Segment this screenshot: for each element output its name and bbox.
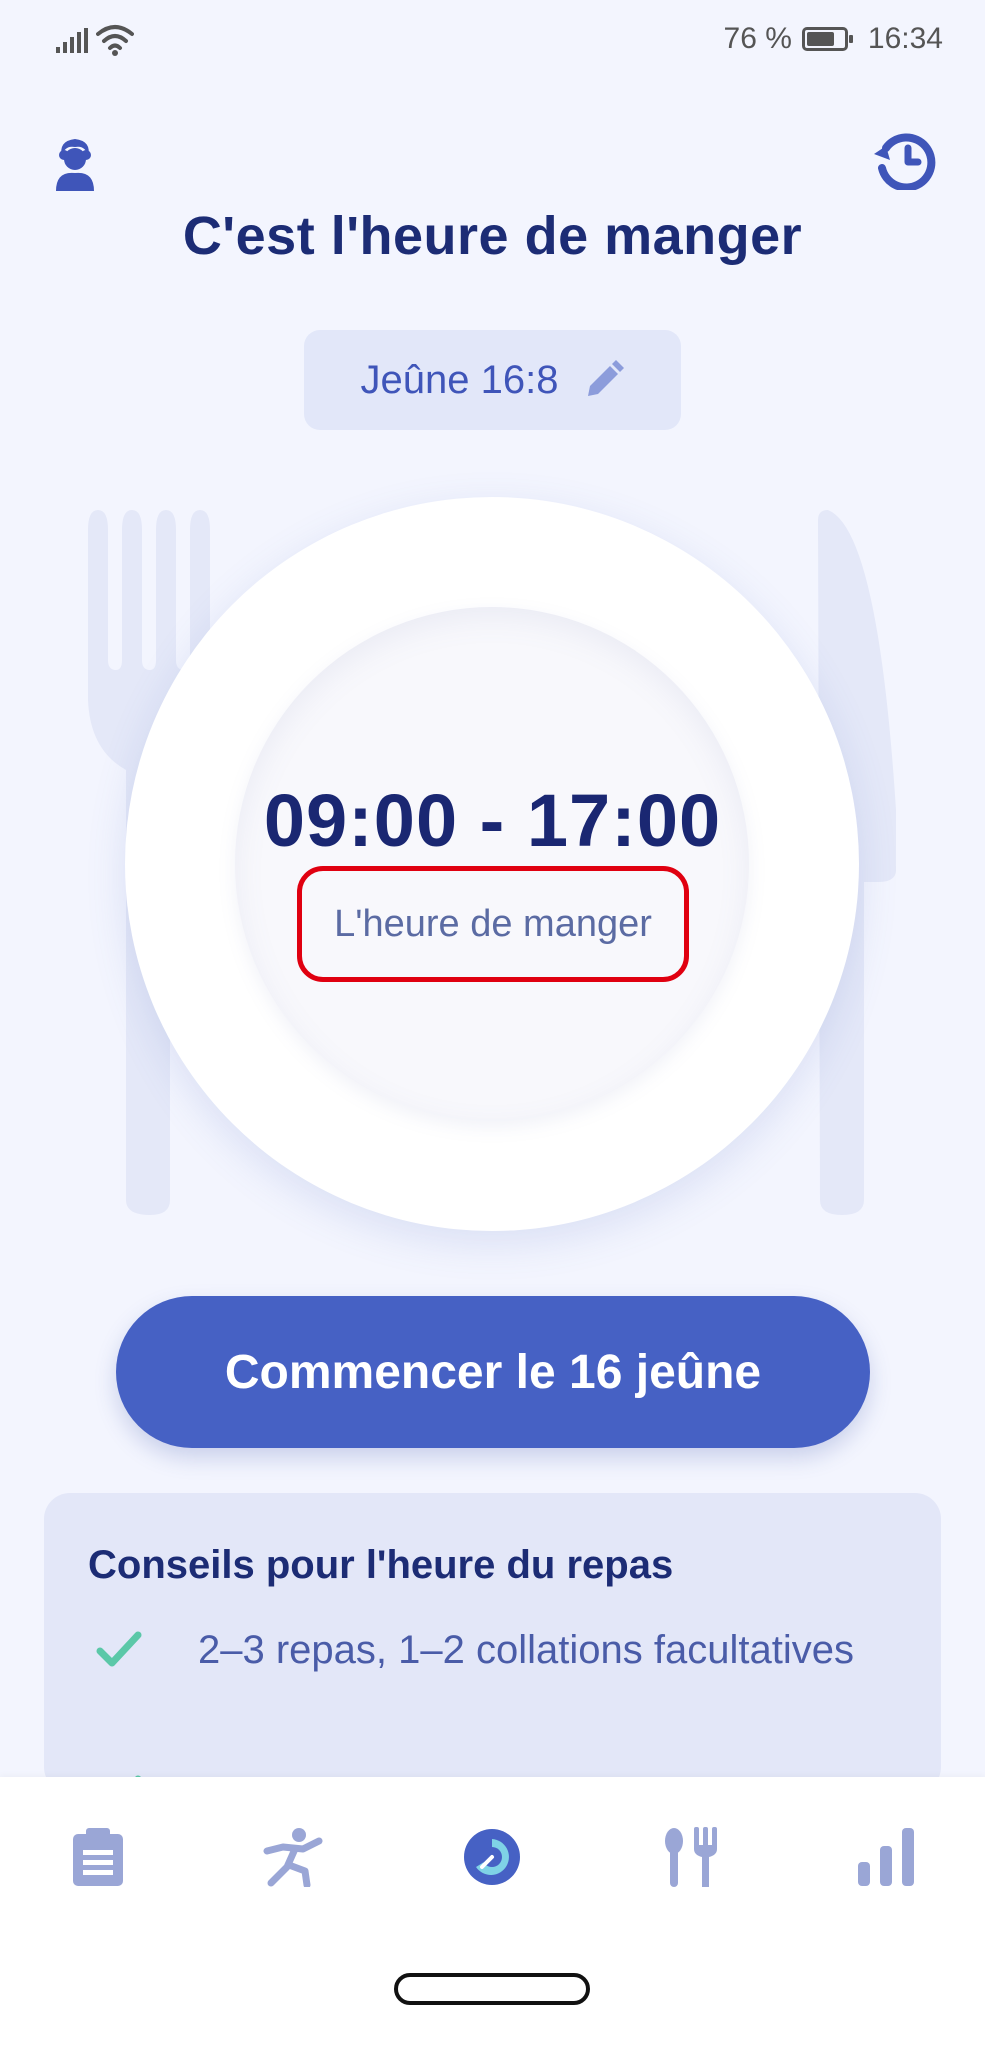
- battery-percent: 76 %: [723, 22, 792, 55]
- bottom-navigation: [0, 1777, 985, 2048]
- status-right: 76 % 16:34: [724, 22, 943, 56]
- eating-phase-label: L'heure de manger: [297, 866, 689, 982]
- signal-icon: [56, 28, 88, 53]
- start-fast-button[interactable]: Commencer le 16 jeûne: [116, 1296, 870, 1448]
- page-title: C'est l'heure de manger: [182, 206, 803, 266]
- fasting-plan-label: Jeûne 16:8: [360, 357, 559, 402]
- clipboard-icon: [73, 1828, 123, 1886]
- meal-tips-card: Conseils pour l'heure du repas 2–3 repas…: [44, 1493, 941, 1793]
- tip-text: 2–3 repas, 1–2 collations facultatives: [198, 1628, 854, 1672]
- fork-knife-icon: [665, 1827, 717, 1887]
- eating-window-time: 09:00 - 17:00: [263, 779, 722, 862]
- nav-stats[interactable]: [852, 1822, 922, 1892]
- home-indicator[interactable]: [394, 1973, 590, 2005]
- fasting-plan-chip[interactable]: Jeûne 16:8: [304, 330, 681, 430]
- profile-icon[interactable]: [52, 135, 98, 193]
- running-icon: [263, 1828, 323, 1887]
- nav-fasting[interactable]: [457, 1822, 527, 1892]
- fasting-timer-icon: [464, 1829, 520, 1885]
- battery-icon: [801, 27, 853, 51]
- pencil-icon: [588, 360, 625, 396]
- nav-meals[interactable]: [655, 1822, 725, 1892]
- plate-center: [235, 607, 749, 1121]
- nav-plan[interactable]: [63, 1822, 133, 1892]
- wifi-icon: [96, 25, 134, 56]
- tips-title: Conseils pour l'heure du repas: [88, 1543, 674, 1587]
- history-icon[interactable]: [872, 130, 936, 190]
- tip-item: 2–3 repas, 1–2 collations facultatives: [96, 1621, 916, 1679]
- clock: 16:34: [867, 22, 943, 55]
- status-bar: 76 % 16:34: [0, 0, 985, 80]
- nav-workout[interactable]: [259, 1822, 329, 1892]
- bar-chart-icon: [858, 1828, 914, 1886]
- check-icon: [96, 1631, 142, 1667]
